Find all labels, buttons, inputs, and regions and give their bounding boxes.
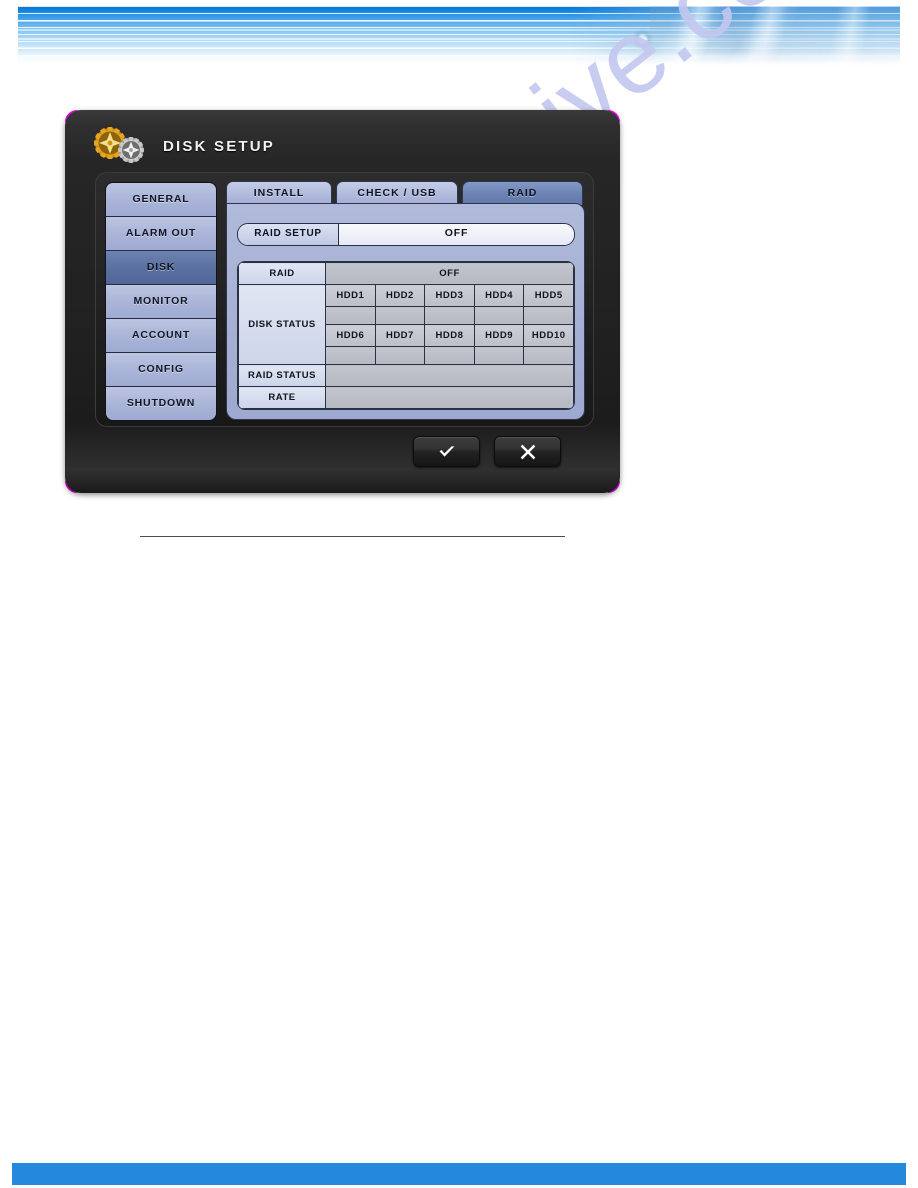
hdd7-name: HDD7 (374, 324, 426, 347)
sidebar-item-config[interactable]: CONFIG (106, 353, 216, 387)
hdd4-name: HDD4 (473, 284, 525, 307)
raid-setup-row: RAID SETUP OFF (237, 223, 575, 246)
hdd7-value (374, 346, 426, 365)
table-row-raid-status: RAID STATUS (238, 364, 574, 387)
header-bottom-fade (18, 50, 900, 66)
gear-icon-group (93, 124, 153, 168)
sidebar-item-monitor[interactable]: MONITOR (106, 285, 216, 319)
hdd8-value (424, 346, 475, 365)
confirm-button[interactable] (413, 436, 480, 467)
raid-row-label: RAID (238, 262, 326, 285)
sidebar-item-account[interactable]: ACCOUNT (106, 319, 216, 353)
hdd6-value (325, 346, 376, 365)
raid-status-label: RAID STATUS (238, 364, 326, 387)
hdd1-value (325, 306, 376, 325)
dialog-body-bezel: GENERAL ALARM OUT DISK MONITOR ACCOUNT C… (95, 172, 594, 427)
sidebar-menu: GENERAL ALARM OUT DISK MONITOR ACCOUNT C… (105, 182, 217, 421)
hdd9-value (473, 346, 525, 365)
hdd5-name: HDD5 (523, 284, 574, 307)
dialog-action-buttons (413, 436, 561, 467)
raid-setup-label: RAID SETUP (238, 224, 339, 245)
hdd10-value (523, 346, 574, 365)
raid-row-value: OFF (325, 262, 574, 285)
disk-status-table: RAID OFF DISK STATUS HDD1 HDD2 HDD3 HDD4… (237, 261, 575, 410)
section-separator (140, 536, 565, 537)
cancel-button[interactable] (494, 436, 561, 467)
table-row-hdd-names-1: DISK STATUS HDD1 HDD2 HDD3 HDD4 HDD5 (238, 284, 574, 365)
page-title: DISK SETUP (163, 137, 276, 155)
hdd8-name: HDD8 (424, 324, 475, 347)
raid-setup-value-select[interactable]: OFF (339, 224, 574, 245)
hdd1-name: HDD1 (325, 284, 376, 307)
hdd2-value (374, 306, 426, 325)
table-row-raid: RAID OFF (238, 262, 574, 285)
rate-value (325, 386, 574, 409)
disk-status-row-label: DISK STATUS (238, 284, 326, 365)
sidebar-item-alarm-out[interactable]: ALARM OUT (106, 217, 216, 251)
raid-status-value (325, 364, 574, 387)
silver-gear-icon (118, 137, 144, 163)
close-x-icon (520, 444, 535, 459)
dialog-title-row: DISK SETUP (93, 126, 275, 166)
raid-content-panel: RAID SETUP OFF RAID OFF DISK STATUS HDD1… (226, 203, 585, 420)
table-row-rate: RATE (238, 386, 574, 409)
hdd2-name: HDD2 (374, 284, 426, 307)
tab-install[interactable]: INSTALL (226, 181, 332, 205)
sidebar-item-disk[interactable]: DISK (106, 251, 216, 285)
hdd4-value (473, 306, 525, 325)
tab-check-usb[interactable]: CHECK / USB (336, 181, 458, 205)
rate-label: RATE (238, 386, 326, 409)
sidebar-item-general[interactable]: GENERAL (106, 183, 216, 217)
sidebar-item-shutdown[interactable]: SHUTDOWN (106, 387, 216, 420)
hdd9-name: HDD9 (473, 324, 525, 347)
tab-bar: INSTALL CHECK / USB RAID (226, 181, 583, 205)
tab-raid[interactable]: RAID (462, 181, 583, 205)
checkmark-icon (439, 445, 454, 457)
disk-setup-dialog: DISK SETUP GENERAL ALARM OUT DISK MONITO… (65, 110, 620, 493)
hdd3-name: HDD3 (424, 284, 475, 307)
hdd6-name: HDD6 (325, 324, 376, 347)
hdd10-name: HDD10 (523, 324, 574, 347)
page-footer-bar (12, 1163, 906, 1185)
hdd3-value (424, 306, 475, 325)
page-header-banner (18, 6, 900, 66)
hdd5-value (523, 306, 574, 325)
